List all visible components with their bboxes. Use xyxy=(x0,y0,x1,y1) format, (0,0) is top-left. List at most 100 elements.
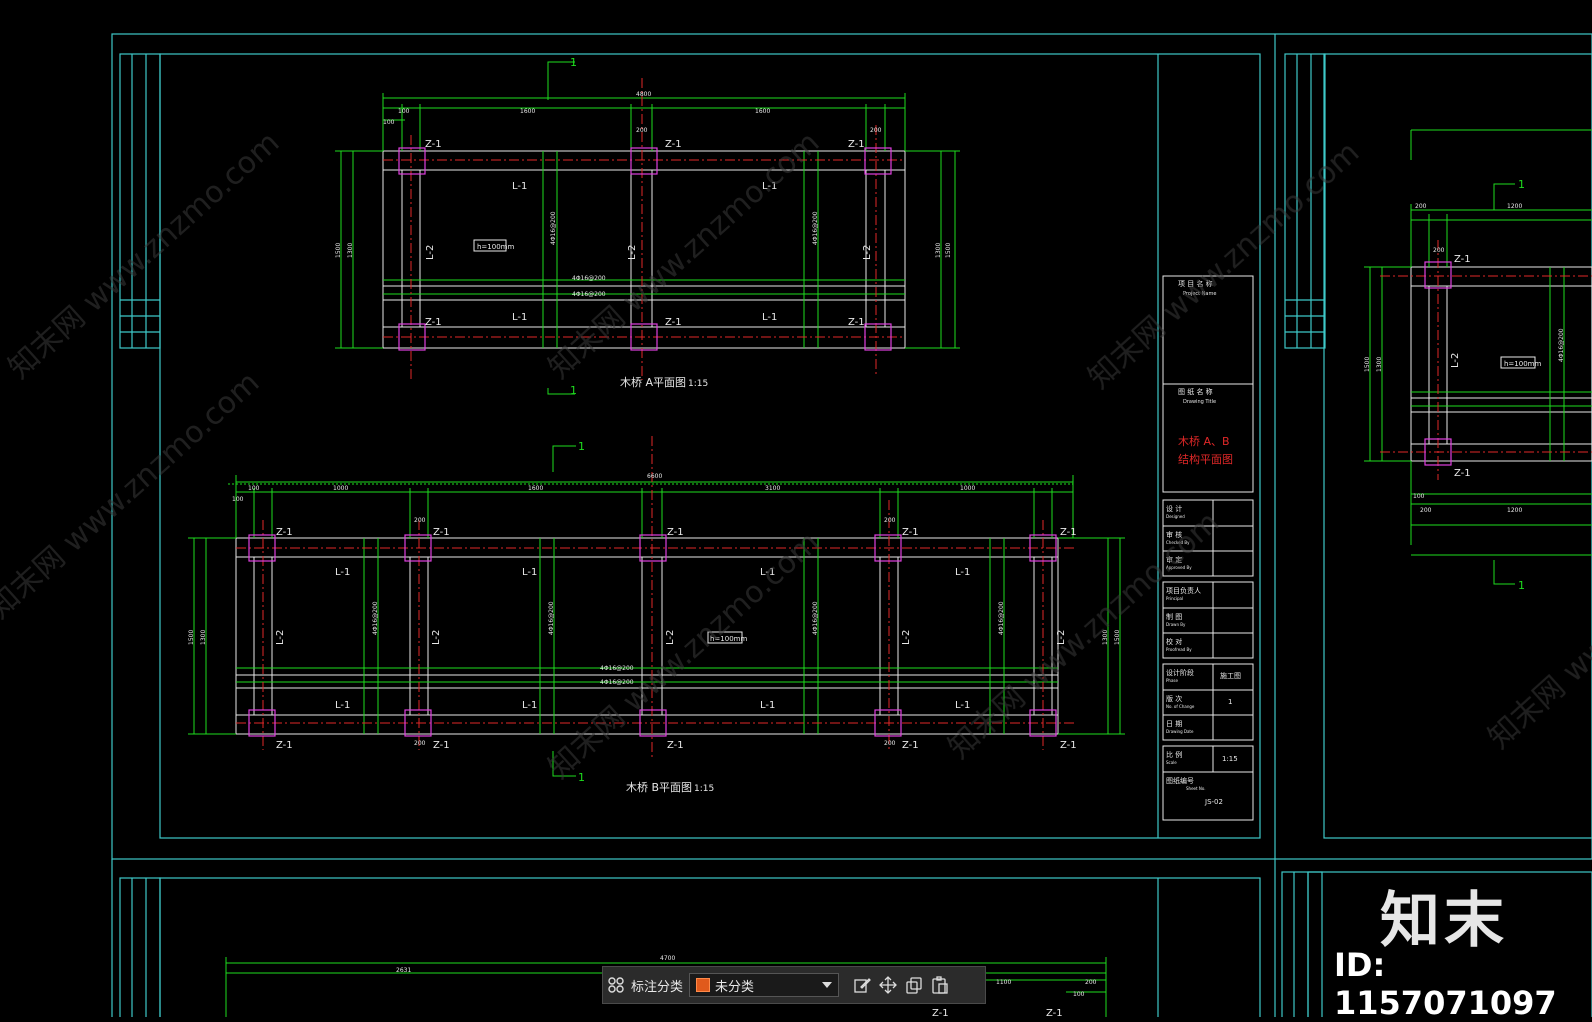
grid-icon[interactable] xyxy=(603,972,629,998)
svg-text:1300: 1300 xyxy=(1376,357,1383,372)
svg-text:200: 200 xyxy=(1085,979,1097,986)
svg-text:L-2: L-2 xyxy=(862,245,873,260)
svg-text:1300: 1300 xyxy=(347,243,354,258)
svg-text:200: 200 xyxy=(884,517,896,524)
svg-text:知末网 www.znzmo.com: 知末网 www.znzmo.com xyxy=(0,365,266,626)
svg-text:知末网 www.znzmo.com: 知末网 www.znzmo.com xyxy=(542,125,826,386)
svg-text:Z-1: Z-1 xyxy=(1060,527,1077,538)
svg-text:1300: 1300 xyxy=(935,243,942,258)
svg-text:200: 200 xyxy=(1433,247,1445,254)
svg-text:Sheet No.: Sheet No. xyxy=(1186,786,1205,791)
svg-text:Z-1: Z-1 xyxy=(425,139,442,150)
svg-text:1600: 1600 xyxy=(755,108,770,115)
svg-text:4Φ16@200: 4Φ16@200 xyxy=(372,601,379,635)
svg-text:L-2: L-2 xyxy=(431,630,442,645)
svg-text:Z-1: Z-1 xyxy=(1046,1008,1063,1017)
svg-text:JS-02: JS-02 xyxy=(1204,798,1223,806)
svg-text:4700: 4700 xyxy=(660,955,675,962)
annotation-toolbar: 标注分类 未分类 xyxy=(602,966,986,1004)
svg-text:4800: 4800 xyxy=(636,91,651,98)
svg-text:4Φ16@200: 4Φ16@200 xyxy=(600,665,634,672)
svg-text:4Φ16@200: 4Φ16@200 xyxy=(572,291,606,298)
svg-text:4Φ16@200: 4Φ16@200 xyxy=(812,211,819,245)
svg-text:h=100mm: h=100mm xyxy=(477,243,514,251)
svg-text:1600: 1600 xyxy=(528,485,543,492)
svg-text:1600: 1600 xyxy=(520,108,535,115)
svg-text:100: 100 xyxy=(383,119,395,126)
move-icon[interactable] xyxy=(875,972,901,998)
svg-text:200: 200 xyxy=(870,127,882,134)
svg-text:日 期: 日 期 xyxy=(1166,720,1182,728)
svg-text:100: 100 xyxy=(1413,493,1425,500)
svg-text:1000: 1000 xyxy=(960,485,975,492)
svg-text:图 纸 名 称: 图 纸 名 称 xyxy=(1178,387,1213,396)
svg-text:L-1: L-1 xyxy=(522,567,537,578)
svg-text:Z-1: Z-1 xyxy=(667,740,684,751)
svg-text:6600: 6600 xyxy=(647,473,662,480)
svg-text:Z-1: Z-1 xyxy=(425,317,442,328)
svg-text:4Φ16@200: 4Φ16@200 xyxy=(548,601,555,635)
svg-text:图纸编号: 图纸编号 xyxy=(1166,776,1194,785)
paste-icon[interactable] xyxy=(927,972,953,998)
svg-text:1500: 1500 xyxy=(1114,630,1121,645)
cad-drawing-canvas[interactable]: 项 目 名 称 Project Name 图 纸 名 称 Drawing Tit… xyxy=(0,0,1592,1017)
svg-text:Proofread By: Proofread By xyxy=(1166,647,1192,652)
svg-text:设 计: 设 计 xyxy=(1166,504,1182,513)
svg-text:Principal: Principal xyxy=(1166,596,1183,601)
svg-text:木桥 A平面图: 木桥 A平面图 xyxy=(620,376,686,389)
svg-text:200: 200 xyxy=(1415,203,1427,210)
brand-watermark-id: ID: 1157071097 xyxy=(1334,946,1557,1022)
svg-text:L-1: L-1 xyxy=(335,567,350,578)
svg-text:200: 200 xyxy=(414,517,426,524)
svg-text:L-1: L-1 xyxy=(512,312,527,323)
svg-text:L-1: L-1 xyxy=(335,700,350,711)
svg-text:项目负责人: 项目负责人 xyxy=(1166,586,1201,595)
category-dropdown[interactable]: 未分类 xyxy=(689,973,840,997)
copy-icon[interactable] xyxy=(901,972,927,998)
svg-text:4Φ16@200: 4Φ16@200 xyxy=(1558,328,1565,362)
svg-text:知末网 www.znzmo.com: 知末网 www.znzmo.com xyxy=(2,125,286,386)
svg-text:比 例: 比 例 xyxy=(1166,750,1182,759)
diagonal-watermarks: 知末网 www.znzmo.com 知末网 www.znzmo.com 知末网 … xyxy=(0,125,1592,786)
svg-text:知末网 www.znzmo.com: 知末网 www.znzmo.com xyxy=(542,525,826,786)
svg-text:Z-1: Z-1 xyxy=(1454,254,1471,265)
svg-text:1: 1 xyxy=(1518,579,1525,592)
svg-text:1: 1 xyxy=(578,440,585,453)
svg-text:施工图: 施工图 xyxy=(1220,671,1241,680)
svg-text:L-2: L-2 xyxy=(627,245,638,260)
svg-text:知末网 www.znzmo.com: 知末网 www.znzmo.com xyxy=(942,505,1226,766)
svg-text:Z-1: Z-1 xyxy=(665,317,682,328)
plan-a: Z-1 Z-1 Z-1 Z-1 Z-1 Z-1 L-1 L-1 L-1 L-1 … xyxy=(335,56,960,397)
svg-text:Z-1: Z-1 xyxy=(848,317,865,328)
chevron-down-icon xyxy=(822,982,833,988)
svg-text:知末网 www.znzmo.com: 知末网 www.znzmo.com xyxy=(1482,495,1592,756)
svg-text:Z-1: Z-1 xyxy=(667,527,684,538)
svg-text:设计阶段: 设计阶段 xyxy=(1166,668,1194,677)
svg-text:1500: 1500 xyxy=(1364,357,1371,372)
svg-text:100: 100 xyxy=(398,108,410,115)
svg-text:Z-1: Z-1 xyxy=(1060,740,1077,751)
svg-text:100: 100 xyxy=(248,485,260,492)
svg-text:1500: 1500 xyxy=(945,243,952,258)
svg-text:结构平面图: 结构平面图 xyxy=(1178,452,1233,466)
svg-text:No. of Change: No. of Change xyxy=(1166,704,1195,709)
svg-text:1200: 1200 xyxy=(1507,203,1522,210)
svg-text:Z-1: Z-1 xyxy=(433,527,450,538)
svg-text:Phase: Phase xyxy=(1166,678,1178,683)
svg-text:1:15: 1:15 xyxy=(1222,755,1238,763)
svg-text:版 次: 版 次 xyxy=(1166,694,1182,703)
svg-text:Z-1: Z-1 xyxy=(276,740,293,751)
category-label: 标注分类 xyxy=(631,979,684,995)
svg-text:校 对: 校 对 xyxy=(1166,637,1182,646)
svg-text:Z-1: Z-1 xyxy=(1454,468,1471,479)
plan-right-partial: Z-1 Z-1 h=100mm 1 1 L-2 1200 1200 200 20… xyxy=(1364,129,1592,592)
svg-text:4Φ16@200: 4Φ16@200 xyxy=(998,601,1005,635)
svg-text:L-1: L-1 xyxy=(760,700,775,711)
svg-text:Z-1: Z-1 xyxy=(902,527,919,538)
svg-text:1: 1 xyxy=(1228,698,1232,706)
edit-icon[interactable] xyxy=(849,972,875,998)
svg-text:3100: 3100 xyxy=(765,485,780,492)
svg-text:200: 200 xyxy=(1420,507,1432,514)
svg-text:Z-1: Z-1 xyxy=(848,139,865,150)
svg-text:Z-1: Z-1 xyxy=(902,740,919,751)
